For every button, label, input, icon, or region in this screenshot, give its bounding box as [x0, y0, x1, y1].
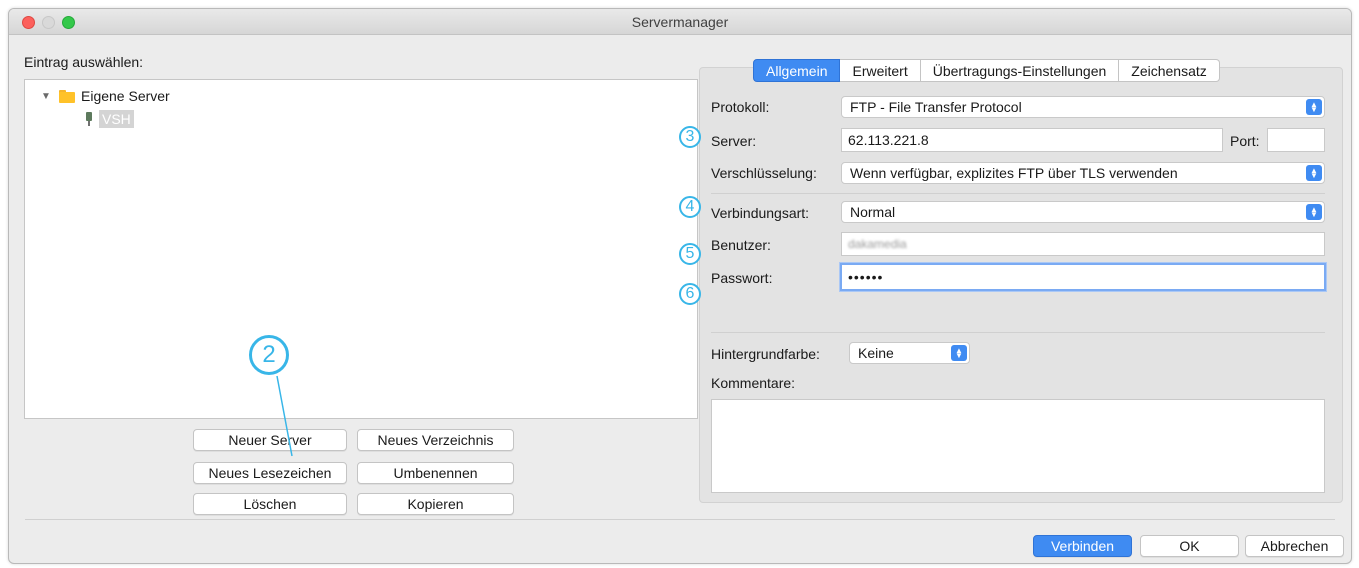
servermanager-window: Servermanager Eintrag auswählen: ▼ Eigen… [8, 8, 1352, 564]
password-input[interactable]: •••••• [840, 263, 1326, 291]
copy-button[interactable]: Kopieren [357, 493, 514, 515]
new-server-button[interactable]: Neuer Server [193, 429, 347, 451]
tab-advanced[interactable]: Erweitert [840, 59, 921, 82]
callout-4: 4 [679, 196, 701, 218]
tree-item-label: VSH [99, 110, 134, 128]
callout-5: 5 [679, 243, 701, 265]
ok-button[interactable]: OK [1140, 535, 1239, 557]
callout-2: 2 [249, 335, 289, 375]
callout-3: 3 [679, 126, 701, 148]
user-label: Benutzer: [711, 237, 771, 253]
protocol-label: Protokoll: [711, 99, 770, 115]
logon-type-label: Verbindungsart: [711, 205, 810, 221]
tab-transfer-settings[interactable]: Übertragungs-Einstellungen [920, 59, 1120, 82]
encryption-label: Verschlüsselung: [711, 165, 817, 181]
protocol-value: FTP - File Transfer Protocol [850, 99, 1022, 115]
port-label: Port: [1230, 133, 1260, 149]
title-bar[interactable]: Servermanager [9, 9, 1351, 35]
password-label: Passwort: [711, 270, 773, 286]
port-input[interactable] [1267, 128, 1325, 152]
protocol-select[interactable]: FTP - File Transfer Protocol ▲ ▼ [841, 96, 1325, 118]
select-entry-heading: Eintrag auswählen: [24, 54, 144, 70]
footer-divider [25, 519, 1335, 520]
background-color-label: Hintergrundfarbe: [711, 346, 820, 362]
folder-icon [59, 89, 75, 103]
password-value: •••••• [848, 269, 884, 285]
logon-type-select[interactable]: Normal ▲ ▼ [841, 201, 1325, 223]
comments-textarea[interactable] [711, 399, 1325, 493]
server-host-input[interactable]: 62.113.221.8 [841, 128, 1223, 152]
user-input[interactable]: dakamedia [841, 232, 1325, 256]
user-value: dakamedia [848, 237, 907, 251]
background-color-select[interactable]: Keine ▲ ▼ [849, 342, 970, 364]
tree-item-vsh[interactable]: VSH [85, 110, 134, 128]
select-chevron-icon: ▲ ▼ [951, 345, 967, 361]
new-folder-button[interactable]: Neues Verzeichnis [357, 429, 514, 451]
background-color-value: Keine [858, 345, 894, 361]
select-chevron-icon: ▲ ▼ [1306, 204, 1322, 220]
tab-general[interactable]: Allgemein [753, 59, 841, 82]
server-icon [85, 112, 93, 126]
disclosure-triangle-icon[interactable]: ▼ [41, 91, 53, 102]
tab-charset[interactable]: Zeichensatz [1119, 59, 1220, 82]
connect-button[interactable]: Verbinden [1033, 535, 1132, 557]
settings-tabs: Allgemein Erweitert Übertragungs-Einstel… [753, 59, 1220, 82]
comments-label: Kommentare: [711, 375, 796, 391]
logon-type-value: Normal [850, 204, 896, 220]
rename-button[interactable]: Umbenennen [357, 462, 514, 484]
divider [711, 332, 1325, 333]
select-chevron-icon: ▲ ▼ [1306, 99, 1322, 115]
cancel-button[interactable]: Abbrechen [1245, 535, 1344, 557]
server-tree[interactable]: ▼ Eigene Server VSH [24, 79, 698, 419]
encryption-select[interactable]: Wenn verfügbar, explizites FTP über TLS … [841, 162, 1325, 184]
delete-button[interactable]: Löschen [193, 493, 347, 515]
encryption-value: Wenn verfügbar, explizites FTP über TLS … [850, 165, 1178, 181]
tree-item-own-servers[interactable]: ▼ Eigene Server [41, 88, 170, 104]
server-label: Server: [711, 133, 757, 149]
window-title: Servermanager [631, 14, 729, 30]
select-chevron-icon: ▲ ▼ [1306, 165, 1322, 181]
divider [711, 193, 1325, 194]
server-host-value: 62.113.221.8 [848, 132, 929, 148]
tree-item-label: Eigene Server [81, 88, 170, 104]
new-bookmark-button[interactable]: Neues Lesezeichen [193, 462, 347, 484]
callout-6: 6 [679, 283, 701, 305]
